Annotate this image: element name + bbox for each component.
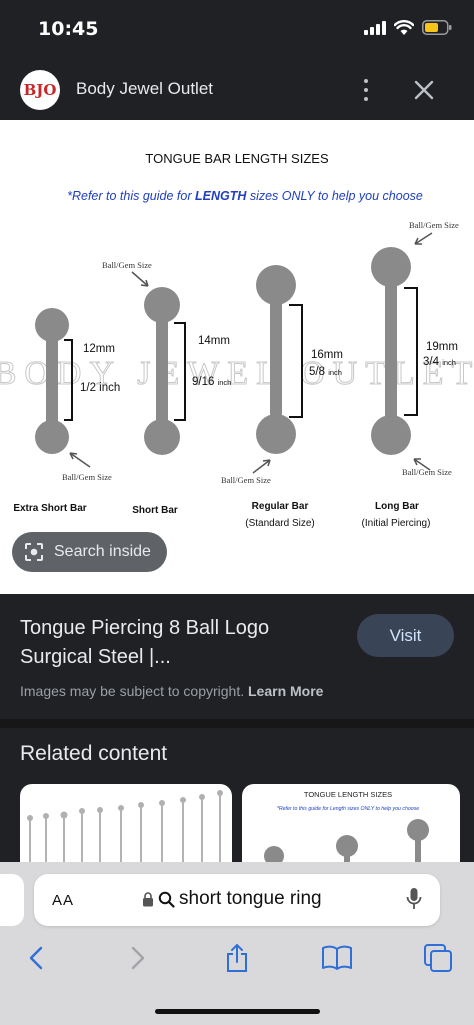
svg-text:Regular Bar: Regular Bar [252, 501, 309, 512]
bar-regular: 16mm 5/8 inch Ball/Gem Size Regular Bar … [221, 265, 343, 529]
browser-toolbar: AA short tongue ring [0, 862, 474, 1025]
more-options-button[interactable] [356, 76, 376, 104]
search-inside-button[interactable]: Search inside [12, 532, 167, 572]
url-display[interactable]: short tongue ring [142, 888, 322, 910]
result-image[interactable]: TONGUE BAR LENGTH SIZES *Refer to this g… [0, 120, 474, 594]
lens-icon [25, 543, 43, 561]
svg-text:19mm: 19mm [426, 341, 458, 353]
home-indicator[interactable] [155, 1009, 320, 1014]
forward-button[interactable] [118, 940, 158, 976]
result-header: BJO Body Jewel Outlet [0, 60, 474, 120]
share-icon [227, 943, 247, 972]
svg-text:Ball/Gem Size: Ball/Gem Size [409, 220, 459, 230]
svg-text:Ball/Gem Size: Ball/Gem Size [102, 260, 152, 270]
svg-text:Ball/Gem Size: Ball/Gem Size [221, 475, 271, 485]
svg-text:14mm: 14mm [198, 335, 230, 347]
related-title: Related content [20, 742, 168, 765]
site-logo[interactable]: BJO [20, 70, 60, 110]
image-subtitle: *Refer to this guide for LENGTH sizes ON… [67, 189, 423, 203]
microphone-icon[interactable] [406, 887, 422, 911]
search-inside-label: Search inside [54, 543, 151, 560]
dot-icon [364, 79, 368, 83]
svg-text:Long Bar: Long Bar [375, 501, 419, 512]
svg-text:5/8 inch: 5/8 inch [309, 366, 342, 378]
visit-button[interactable]: Visit [357, 614, 454, 657]
svg-text:16mm: 16mm [311, 349, 343, 361]
close-icon[interactable] [410, 76, 438, 104]
svg-text:12mm: 12mm [83, 343, 115, 355]
address-bar[interactable]: AA short tongue ring [34, 874, 440, 926]
share-button[interactable] [217, 940, 257, 976]
copyright-notice: Images may be subject to copyright. Lear… [20, 683, 324, 699]
svg-text:3/4 inch: 3/4 inch [423, 356, 456, 368]
chevron-left-icon [29, 946, 43, 970]
signal-icon [364, 20, 386, 35]
lock-icon [143, 891, 153, 906]
result-title[interactable]: Tongue Piercing 8 Ball Logo Surgical Ste… [20, 614, 340, 672]
result-info: Tongue Piercing 8 Ball Logo Surgical Ste… [0, 594, 474, 719]
section-divider [0, 719, 474, 728]
learn-more-link[interactable]: Learn More [248, 683, 323, 699]
svg-text:Extra Short Bar: Extra Short Bar [13, 503, 86, 514]
url-text: short tongue ring [179, 888, 322, 909]
dot-icon [364, 88, 368, 92]
svg-text:Ball/Gem Size: Ball/Gem Size [62, 472, 112, 482]
back-button[interactable] [16, 940, 56, 976]
previous-tab-preview[interactable] [0, 874, 24, 926]
image-title: TONGUE BAR LENGTH SIZES [145, 151, 329, 166]
book-icon [322, 945, 352, 970]
bookmarks-button[interactable] [317, 940, 357, 976]
svg-text:1/2 inch: 1/2 inch [80, 382, 120, 394]
dot-icon [364, 97, 368, 101]
tabs-button[interactable] [418, 940, 458, 976]
site-name[interactable]: Body Jewel Outlet [76, 79, 213, 99]
svg-text:*Refer to this guide for Lengt: *Refer to this guide for Length sizes ON… [277, 806, 419, 812]
svg-text:(Standard Size): (Standard Size) [245, 518, 314, 529]
status-bar: 10:45 [0, 0, 474, 60]
tongue-bar-chart: TONGUE BAR LENGTH SIZES *Refer to this g… [0, 151, 473, 529]
tabs-icon [424, 944, 452, 972]
status-time: 10:45 [38, 18, 99, 40]
svg-text:Ball/Gem Size: Ball/Gem Size [402, 467, 452, 477]
status-icons [364, 20, 452, 35]
svg-text:(Initial Piercing): (Initial Piercing) [362, 518, 431, 529]
search-icon [158, 891, 175, 908]
bar-extra-short: 12mm 1/2 inch Ball/Gem Size Extra Short … [13, 308, 120, 514]
wifi-icon [394, 20, 414, 35]
battery-icon [422, 20, 452, 35]
chevron-right-icon [131, 946, 145, 970]
browser-nav [0, 940, 474, 980]
reader-aa-button[interactable]: AA [52, 889, 74, 910]
svg-text:9/16 inch: 9/16 inch [192, 376, 231, 388]
svg-text:TONGUE LENGTH SIZES: TONGUE LENGTH SIZES [304, 790, 392, 799]
svg-text:Short Bar: Short Bar [132, 505, 178, 516]
